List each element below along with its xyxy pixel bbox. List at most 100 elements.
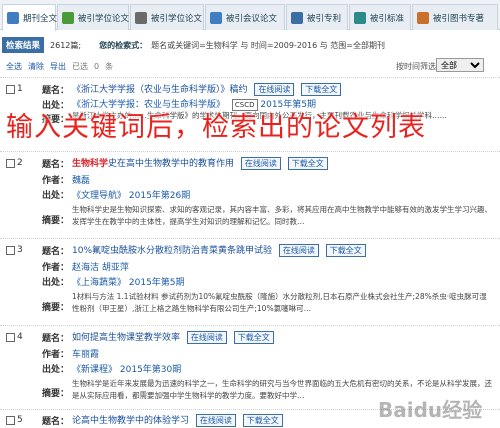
download-button[interactable]: 下载全文	[287, 157, 328, 170]
title-text: 史在高中生物教学中的教育作用	[108, 159, 235, 169]
book-icon	[417, 11, 429, 24]
standard-icon	[354, 11, 366, 24]
title-label: 题名：	[42, 416, 70, 427]
author-label: 作者：	[42, 349, 70, 360]
degree-icon	[135, 11, 147, 24]
item-checkbox[interactable]	[6, 245, 15, 255]
tab-label: 期刊全文	[23, 14, 58, 24]
title-label: 题名：	[42, 246, 70, 257]
item-title-row: 10%氟啶虫酰胺水分散粒剂防治青菜黄条跳甲试验 在线阅读 下载全文	[72, 243, 366, 257]
abstract-label: 摘要：	[42, 215, 70, 226]
result-toolbar: 全选 清除 导出 已选 0 条 按时间筛选 全部	[0, 58, 500, 74]
result-summary: 检索结果 2612篇; 您的检索式： 题名或关键词=生物科学 与 时间=2009…	[0, 36, 500, 54]
tab-cited-standard[interactable]: 被引标准	[349, 4, 411, 30]
item-checkbox[interactable]	[6, 84, 15, 94]
download-button[interactable]: 下载全文	[242, 414, 283, 427]
tab-label: 被引学位论文	[78, 13, 130, 24]
title-prefix: 《	[72, 85, 82, 95]
item-title[interactable]: 论高中生物教学中的体验学习	[72, 416, 189, 426]
source-journal[interactable]: 《新课程》	[72, 365, 117, 375]
journal-icon	[7, 12, 19, 24]
abstract-label: 摘要：	[42, 302, 70, 313]
list-item: 3 题名： 10%氟啶虫酰胺水分散粒剂防治青菜黄条跳甲试验 在线阅读 下载全文 …	[0, 241, 500, 325]
title-highlight: 生物科学	[72, 159, 109, 169]
tab-journal-fulltext[interactable]: 期刊全文	[2, 4, 58, 31]
tab-label: 被引图书专著	[433, 13, 485, 24]
author-label: 作者：	[42, 175, 70, 186]
tab-label: 被引学位论文	[151, 13, 203, 24]
selected-unit: 条	[105, 61, 114, 71]
item-title[interactable]: 生物科学史在高中生物教学中的教育作用	[72, 159, 234, 169]
source-row: 《上海蔬菜》 2015年第5期	[72, 275, 185, 288]
query-expression: 题名或关键词=生物科学 与 时间=2009-2016 与 范围=全部期刊	[151, 40, 385, 50]
thesis-icon	[62, 11, 74, 24]
item-author[interactable]: 赵海洁 胡亚萍	[72, 260, 129, 273]
download-button[interactable]: 下载全文	[301, 83, 342, 96]
tab-cited-patent[interactable]: 被引专利	[286, 4, 348, 30]
item-title-row: 论高中生物教学中的体验学习 在线阅读 下载全文	[72, 413, 283, 427]
tab-cited-conference[interactable]: 被引会议论文	[205, 4, 285, 30]
author-label: 作者：	[42, 262, 70, 273]
item-title-row: 《浙江大学学报（农业与生命科学版）》稿约 在线阅读 下载全文	[72, 82, 342, 96]
source-journal[interactable]: 《上海蔬菜》	[72, 278, 126, 288]
item-checkbox[interactable]	[6, 158, 15, 168]
divider	[0, 238, 500, 239]
abstract-label: 摘要：	[42, 388, 70, 399]
source-journal[interactable]: 《文理导航》	[72, 191, 126, 201]
divider	[0, 325, 500, 326]
source-label: 出处：	[42, 190, 70, 201]
source-label: 出处：	[42, 364, 70, 375]
read-online-button[interactable]: 在线阅读	[186, 331, 227, 344]
clear-link[interactable]: 清除	[28, 61, 44, 72]
tab-cited-thesis[interactable]: 被引学位论文	[57, 4, 129, 30]
item-title-row: 生物科学史在高中生物教学中的教育作用 在线阅读 下载全文	[72, 156, 328, 170]
tab-cited-book[interactable]: 被引图书专著	[412, 4, 498, 30]
read-online-button[interactable]: 在线阅读	[254, 83, 295, 96]
tab-cited-degree[interactable]: 被引学位论文	[130, 4, 204, 30]
tab-label: 被引专利	[307, 13, 342, 24]
item-title[interactable]: 《浙江大学学报（农业与生命科学版）》稿约	[72, 85, 248, 95]
read-online-button[interactable]: 在线阅读	[278, 244, 319, 257]
watermark: Baidu经验	[378, 398, 483, 422]
item-author[interactable]: 车丽霞	[72, 347, 99, 360]
divider	[0, 151, 500, 152]
time-filter-label: 按时间筛选	[396, 61, 436, 71]
item-number: 4	[17, 332, 23, 342]
title-label: 题名：	[42, 333, 70, 344]
selected-label: 已选	[72, 61, 88, 71]
source-row: 《文理导航》 2015年第26期	[72, 188, 190, 201]
read-online-button[interactable]: 在线阅读	[195, 414, 236, 427]
item-checkbox[interactable]	[6, 415, 15, 425]
divider	[0, 77, 500, 78]
title-label: 题名：	[42, 159, 70, 170]
source-issue[interactable]: 2015年第30期	[120, 365, 181, 375]
abstract-text: 生物科学史是生物知识探索、求知的客观记录，其内容丰富、多彩，将其应用在高中生物教…	[72, 205, 492, 226]
patent-icon	[291, 11, 303, 24]
source-row: 《新课程》 2015年第30期	[72, 362, 181, 375]
list-item: 2 题名： 生物科学史在高中生物教学中的教育作用 在线阅读 下载全文 作者： 魏…	[0, 154, 500, 238]
annotation-overlay: 输入关键词后，检索出的论文列表	[6, 112, 426, 143]
source-issue[interactable]: 2015年第26期	[129, 191, 190, 201]
item-number: 2	[17, 158, 23, 168]
tab-label: 被引会议论文	[226, 13, 278, 24]
item-author[interactable]: 魏磊	[72, 173, 90, 186]
download-button[interactable]: 下载全文	[233, 331, 274, 344]
download-button[interactable]: 下载全文	[325, 244, 366, 257]
select-all-link[interactable]: 全选	[6, 61, 22, 72]
export-link[interactable]: 导出	[50, 61, 66, 72]
title-text: 浙江大学学报（农业与生命科学版）》稿约	[81, 85, 248, 95]
result-count: 2612篇;	[50, 40, 82, 50]
source-issue[interactable]: 2015年第5期	[129, 278, 185, 288]
read-online-button[interactable]: 在线阅读	[240, 157, 281, 170]
item-number: 5	[17, 415, 23, 425]
item-title[interactable]: 如何提高生物课堂教学效率	[72, 333, 180, 343]
item-number: 3	[17, 245, 23, 255]
abstract-text: 1材料与方法 1.1试验材料 参试药剂为10%氟啶虫酰胺（隆施）水分散粒剂,日本…	[72, 292, 487, 313]
item-title[interactable]: 10%氟啶虫酰胺水分散粒剂防治青菜黄条跳甲试验	[72, 246, 272, 256]
item-checkbox[interactable]	[6, 332, 15, 342]
item-title-row: 如何提高生物课堂教学效率 在线阅读 下载全文	[72, 330, 274, 344]
result-badge: 检索结果	[2, 37, 45, 53]
selected-count: 0	[94, 61, 100, 71]
time-filter-select[interactable]: 全部	[436, 58, 484, 72]
source-label: 出处：	[42, 277, 70, 288]
